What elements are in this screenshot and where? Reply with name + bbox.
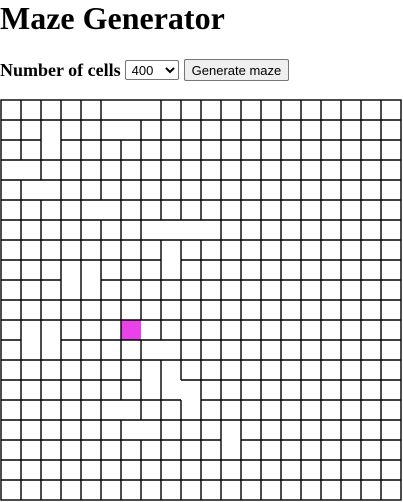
current-cell-marker [121, 320, 141, 340]
page-title: Maze Generator [0, 0, 225, 36]
maze-controls: Number of cells 400 Generate maze [0, 58, 290, 82]
number-of-cells-select[interactable]: 400 [124, 60, 179, 80]
number-of-cells-label: Number of cells [0, 59, 121, 80]
maze-canvas [0, 99, 402, 501]
maze-walls [0, 99, 402, 501]
maze-grid [0, 99, 402, 501]
generate-maze-button[interactable]: Generate maze [183, 59, 290, 81]
